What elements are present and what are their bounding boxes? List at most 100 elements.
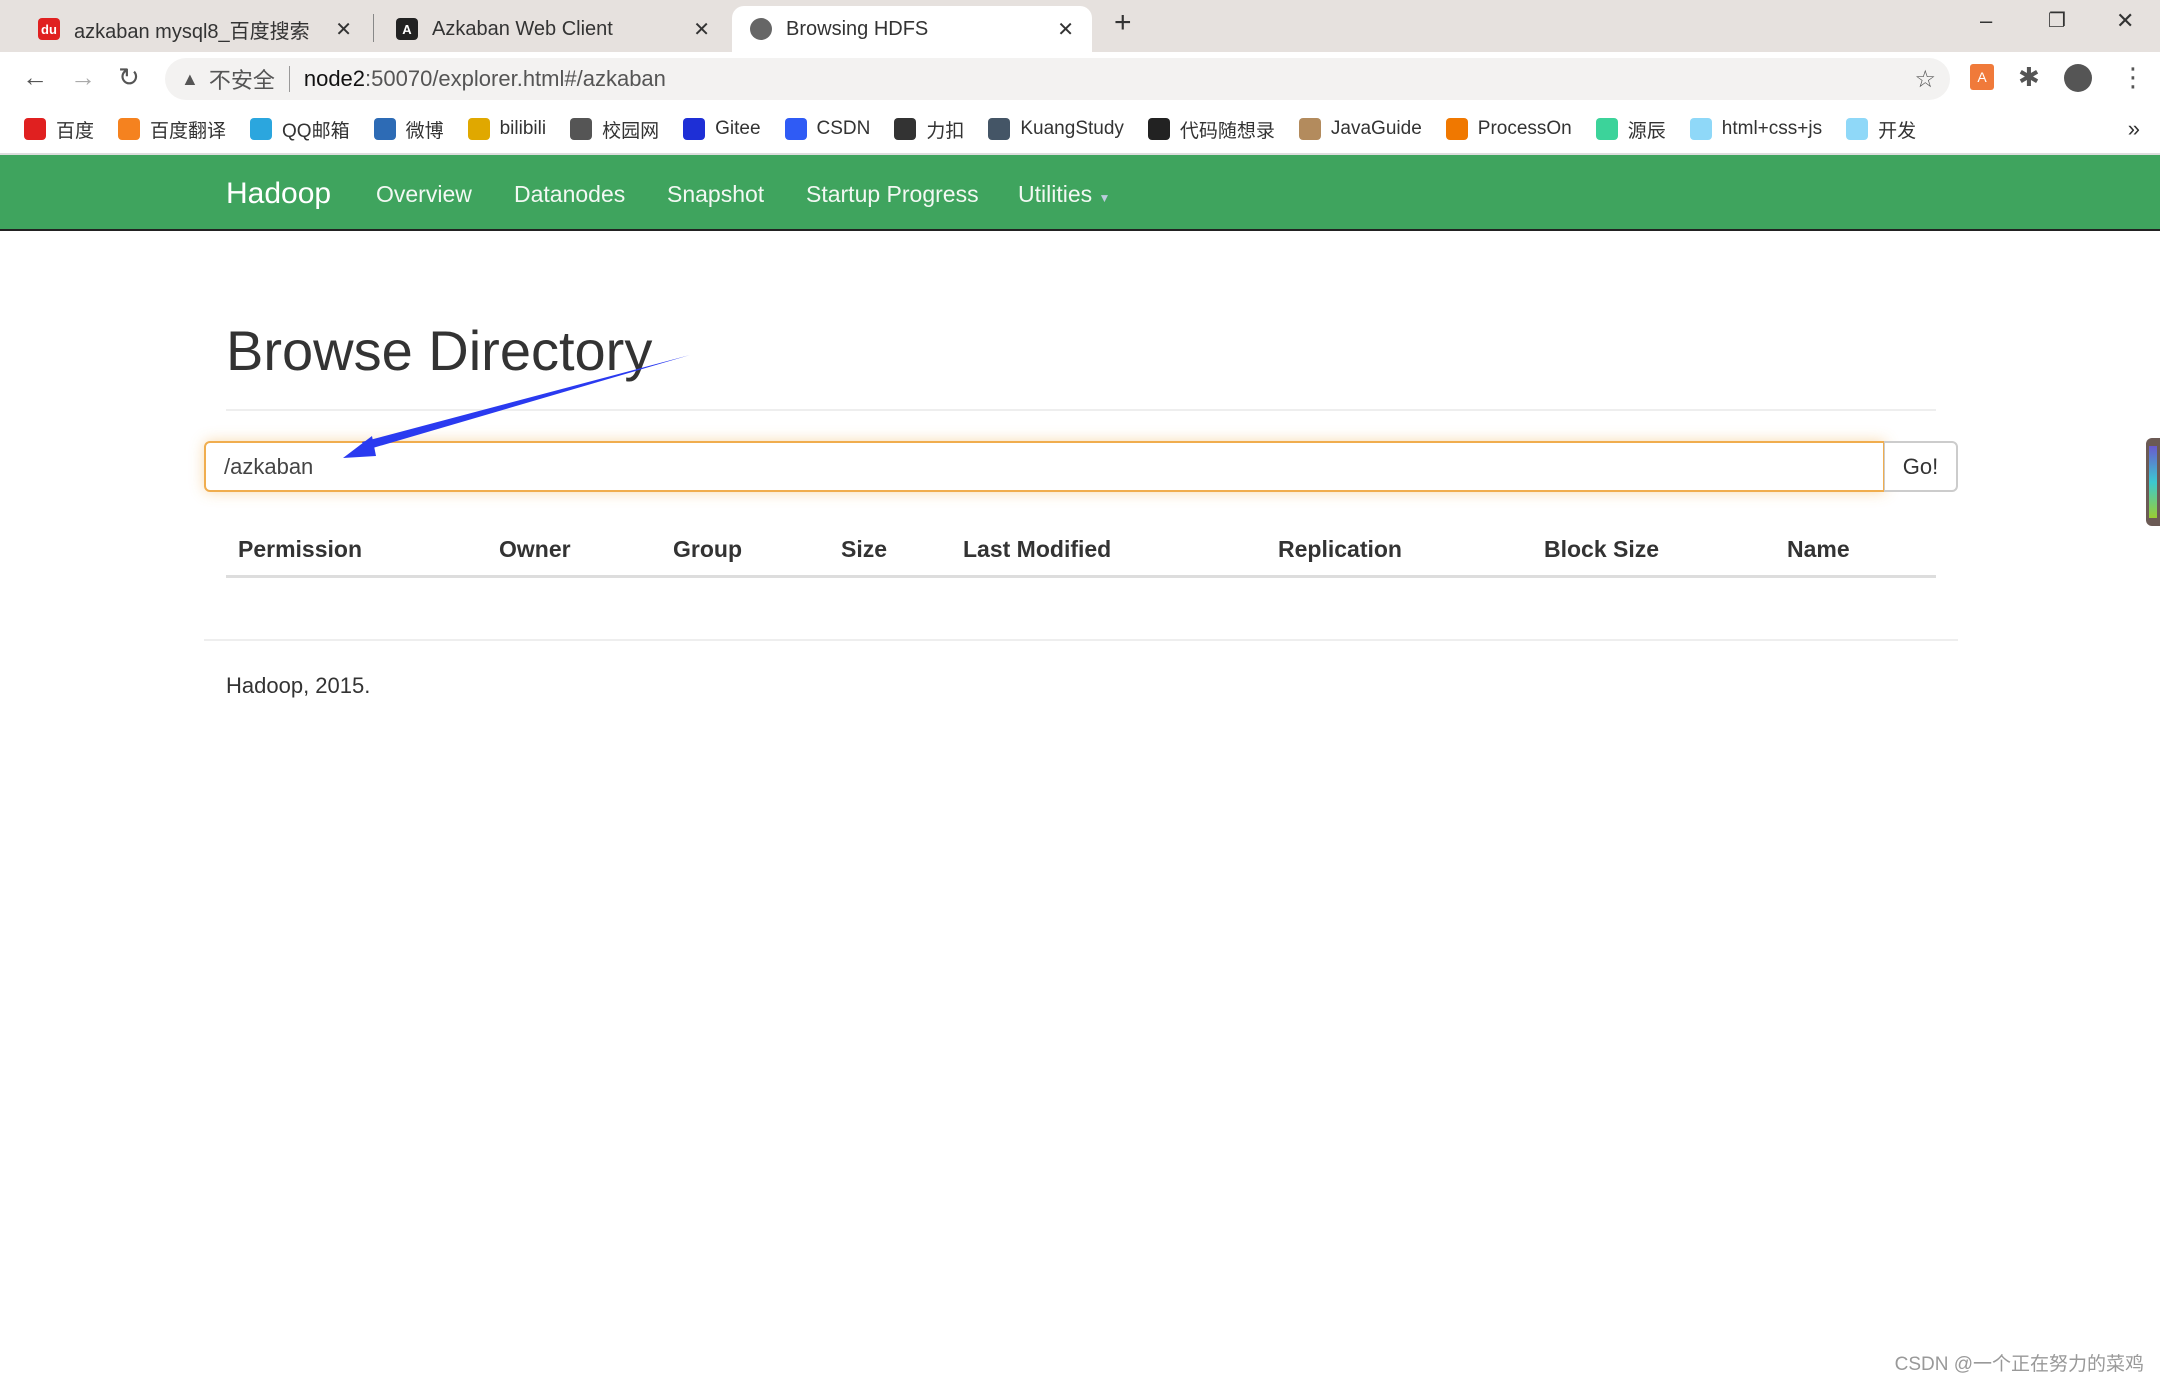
column-owner[interactable]: Owner [499, 536, 571, 563]
bookmark-item[interactable]: 校园网 [570, 116, 659, 143]
warning-icon: ▲ [181, 68, 199, 89]
bookmark-label: 校园网 [602, 120, 660, 142]
bookmark-icon [988, 118, 1011, 140]
security-label: 不安全 [208, 68, 275, 93]
bookmark-icon [250, 118, 273, 140]
directory-path-input[interactable] [204, 441, 1885, 492]
bookmark-label: KuangStudy [1020, 118, 1124, 139]
profile-icon[interactable] [2064, 64, 2092, 92]
tab-browsing-hdfs[interactable]: Browsing HDFS ✕ [732, 6, 1092, 52]
bookmark-label: JavaGuide [1330, 118, 1422, 139]
globe-icon [750, 18, 772, 40]
column-block-size[interactable]: Block Size [1544, 536, 1659, 563]
bookmark-label: 代码随想录 [1179, 120, 1275, 142]
close-tab-icon[interactable]: ✕ [335, 17, 352, 42]
bookmark-icon [1846, 118, 1869, 140]
bookmark-icon [1298, 118, 1321, 140]
bookmarks-bar: 百度 百度翻译 QQ邮箱 微博 bilibili 校园网 Gitee CSDN 力扣 KuangS… [0, 105, 2160, 153]
bookmark-item[interactable]: 代码随想录 [1147, 116, 1275, 143]
forward-icon[interactable]: → [70, 62, 96, 93]
bookmark-label: QQ邮箱 [282, 120, 350, 142]
url-host: node2 [303, 66, 366, 91]
bookmark-label: 力扣 [926, 120, 965, 142]
bookmark-item[interactable]: QQ邮箱 [250, 116, 350, 143]
column-permission[interactable]: Permission [238, 536, 362, 563]
bookmark-icon [894, 118, 917, 140]
bookmark-item[interactable]: JavaGuide [1298, 118, 1422, 140]
table-header-border [226, 575, 1936, 578]
azkaban-icon: A [396, 18, 418, 40]
side-widget[interactable] [2146, 438, 2160, 526]
back-icon[interactable]: ← [22, 62, 48, 93]
close-tab-icon[interactable]: ✕ [693, 17, 710, 42]
bookmark-item[interactable]: 微博 [373, 116, 444, 143]
close-tab-icon[interactable]: ✕ [1057, 17, 1074, 42]
bookmark-icon [467, 118, 490, 140]
bookmark-icon [1595, 118, 1618, 140]
bookmark-icon [1445, 118, 1468, 140]
column-replication[interactable]: Replication [1278, 536, 1402, 563]
bookmark-icon [373, 118, 396, 140]
bookmark-label: bilibili [499, 118, 547, 139]
column-group[interactable]: Group [673, 536, 742, 563]
column-name[interactable]: Name [1787, 536, 1850, 563]
bookmark-item[interactable]: bilibili [467, 118, 547, 140]
navbar: Hadoop Overview Datanodes Snapshot Start… [0, 153, 2160, 231]
bookmark-icon [784, 118, 807, 140]
restore-button[interactable]: ❐ [2048, 8, 2066, 33]
bookmark-label: 源辰 [1627, 120, 1666, 142]
bookmark-item[interactable]: CSDN [784, 118, 871, 140]
minimize-button[interactable]: – [1980, 8, 1992, 34]
bookmark-label: Gitee [715, 118, 761, 139]
bookmark-item[interactable]: 源辰 [1595, 116, 1666, 143]
bookmark-label: html+css+js [1721, 118, 1823, 139]
nav-datanodes[interactable]: Datanodes [514, 181, 625, 208]
translate-extension-icon[interactable]: A [1970, 64, 1994, 90]
close-window-button[interactable]: ✕ [2116, 8, 2134, 34]
tab-azkaban[interactable]: A Azkaban Web Client ✕ [378, 6, 728, 52]
bookmark-star-icon[interactable]: ☆ [1914, 65, 1936, 94]
bookmark-item[interactable]: 百度翻译 [118, 116, 226, 143]
reload-icon[interactable]: ↻ [118, 62, 140, 93]
bookmark-icon [570, 118, 593, 140]
nav-snapshot[interactable]: Snapshot [667, 181, 764, 208]
baidu-icon: du [38, 18, 60, 40]
bookmark-label: CSDN [816, 118, 871, 139]
divider [226, 409, 1936, 411]
nav-startup-progress[interactable]: Startup Progress [806, 181, 979, 208]
bookmark-item[interactable]: html+css+js [1689, 118, 1823, 140]
bookmark-item[interactable]: Gitee [683, 118, 761, 140]
bookmark-item[interactable]: KuangStudy [988, 118, 1124, 140]
watermark: CSDN @一个正在努力的菜鸡 [1894, 1354, 2144, 1375]
bookmark-label: 百度 [56, 120, 95, 142]
bookmark-item[interactable]: 开发 [1846, 116, 1916, 143]
tab-baidu-search[interactable]: du azkaban mysql8_百度搜索 ✕ [20, 6, 370, 52]
bookmark-icon [683, 118, 706, 140]
url-path: :50070/explorer.html#/azkaban [365, 66, 666, 91]
bookmark-item[interactable]: ProcessOn [1445, 118, 1572, 140]
nav-overview[interactable]: Overview [376, 181, 472, 208]
address-bar[interactable]: ▲ 不安全 node2:50070/explorer.html#/azkaban… [165, 58, 1950, 100]
bookmark-icon [118, 118, 141, 140]
column-size[interactable]: Size [841, 536, 887, 563]
bookmark-icon [1689, 118, 1712, 140]
bookmarks-overflow-button[interactable]: » [2128, 116, 2140, 142]
footer-divider [204, 639, 1958, 641]
footer: Hadoop, 2015. [226, 673, 371, 698]
nav-utilities-label: Utilities [1018, 181, 1093, 207]
bookmark-label: ProcessOn [1477, 118, 1572, 139]
brand[interactable]: Hadoop [226, 177, 331, 211]
new-tab-button[interactable]: + [1114, 6, 1132, 40]
column-last-modified[interactable]: Last Modified [963, 536, 1111, 563]
menu-icon[interactable]: ⋮ [2120, 62, 2146, 93]
tab-title: Browsing HDFS [786, 17, 929, 40]
extensions-icon[interactable]: ✱ [2018, 62, 2040, 93]
bookmark-item[interactable]: 力扣 [894, 116, 964, 143]
nav-utilities[interactable]: Utilities ▼ [1018, 181, 1110, 208]
tab-title: azkaban mysql8_百度搜索 [74, 20, 310, 43]
go-button[interactable]: Go! [1884, 441, 1958, 492]
bookmark-item[interactable]: 百度 [24, 116, 94, 143]
bookmark-label: 微博 [405, 120, 444, 142]
tab-strip: du azkaban mysql8_百度搜索 ✕ A Azkaban Web C… [0, 0, 2160, 52]
bookmark-label: 百度翻译 [150, 120, 227, 142]
